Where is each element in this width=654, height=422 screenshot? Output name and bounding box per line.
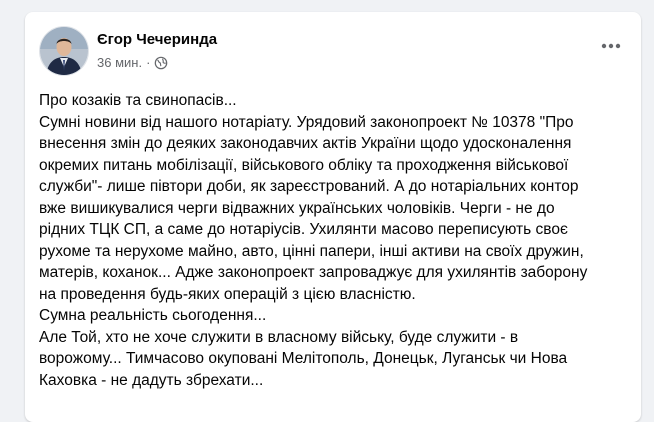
post-line: Про козаків та свинопасів... [39,92,237,109]
post-line: матерів, коханок... Адже законопроект за… [39,264,588,281]
post-line: рідних ТЦК СП, а саме до нотаріусів. Ухи… [39,221,568,238]
post-line: на проведення будь-яких операцій з цією … [39,285,416,303]
post-header: Єгор Чечеринда 36 мин. · [39,26,629,82]
more-options-icon [601,43,621,49]
post-meta: 36 мин. · [97,55,168,70]
post-line: ворожому... Тимчасово окуповані Мелітопо… [39,350,568,367]
post-line: Каховка - не дадуть збрехати... [39,371,264,389]
post-line: Сумна реальність сьогодення... [39,307,267,324]
globe-icon[interactable] [154,56,168,70]
author-name[interactable]: Єгор Чечеринда [97,31,217,48]
author-avatar[interactable] [39,26,89,76]
meta-separator: · [146,55,151,70]
post-timestamp[interactable]: 36 мин. [97,55,142,70]
post-line: служби"- лише півтори доби, як зареєстро… [39,178,579,195]
post-line: внесення змін до деяких законодавчих акт… [39,135,572,152]
post-line: рухоме та нерухоме майно, авто, цінні па… [39,242,584,260]
post-card: Єгор Чечеринда 36 мин. · Про козаків та … [25,12,641,422]
avatar-photo [40,27,88,75]
post-line: вже вишикувалися черги відважних українс… [39,199,555,217]
post-body: Про козаків та свинопасів... Сумні новин… [39,90,627,391]
post-line: Але Той, хто не хоче служити в власному … [39,328,519,346]
more-options-button[interactable] [593,28,629,64]
post-line: Сумні новини від нашого нотаріату. Урядо… [39,113,574,131]
post-line: окремих питань мобілізації, військового … [39,156,569,174]
